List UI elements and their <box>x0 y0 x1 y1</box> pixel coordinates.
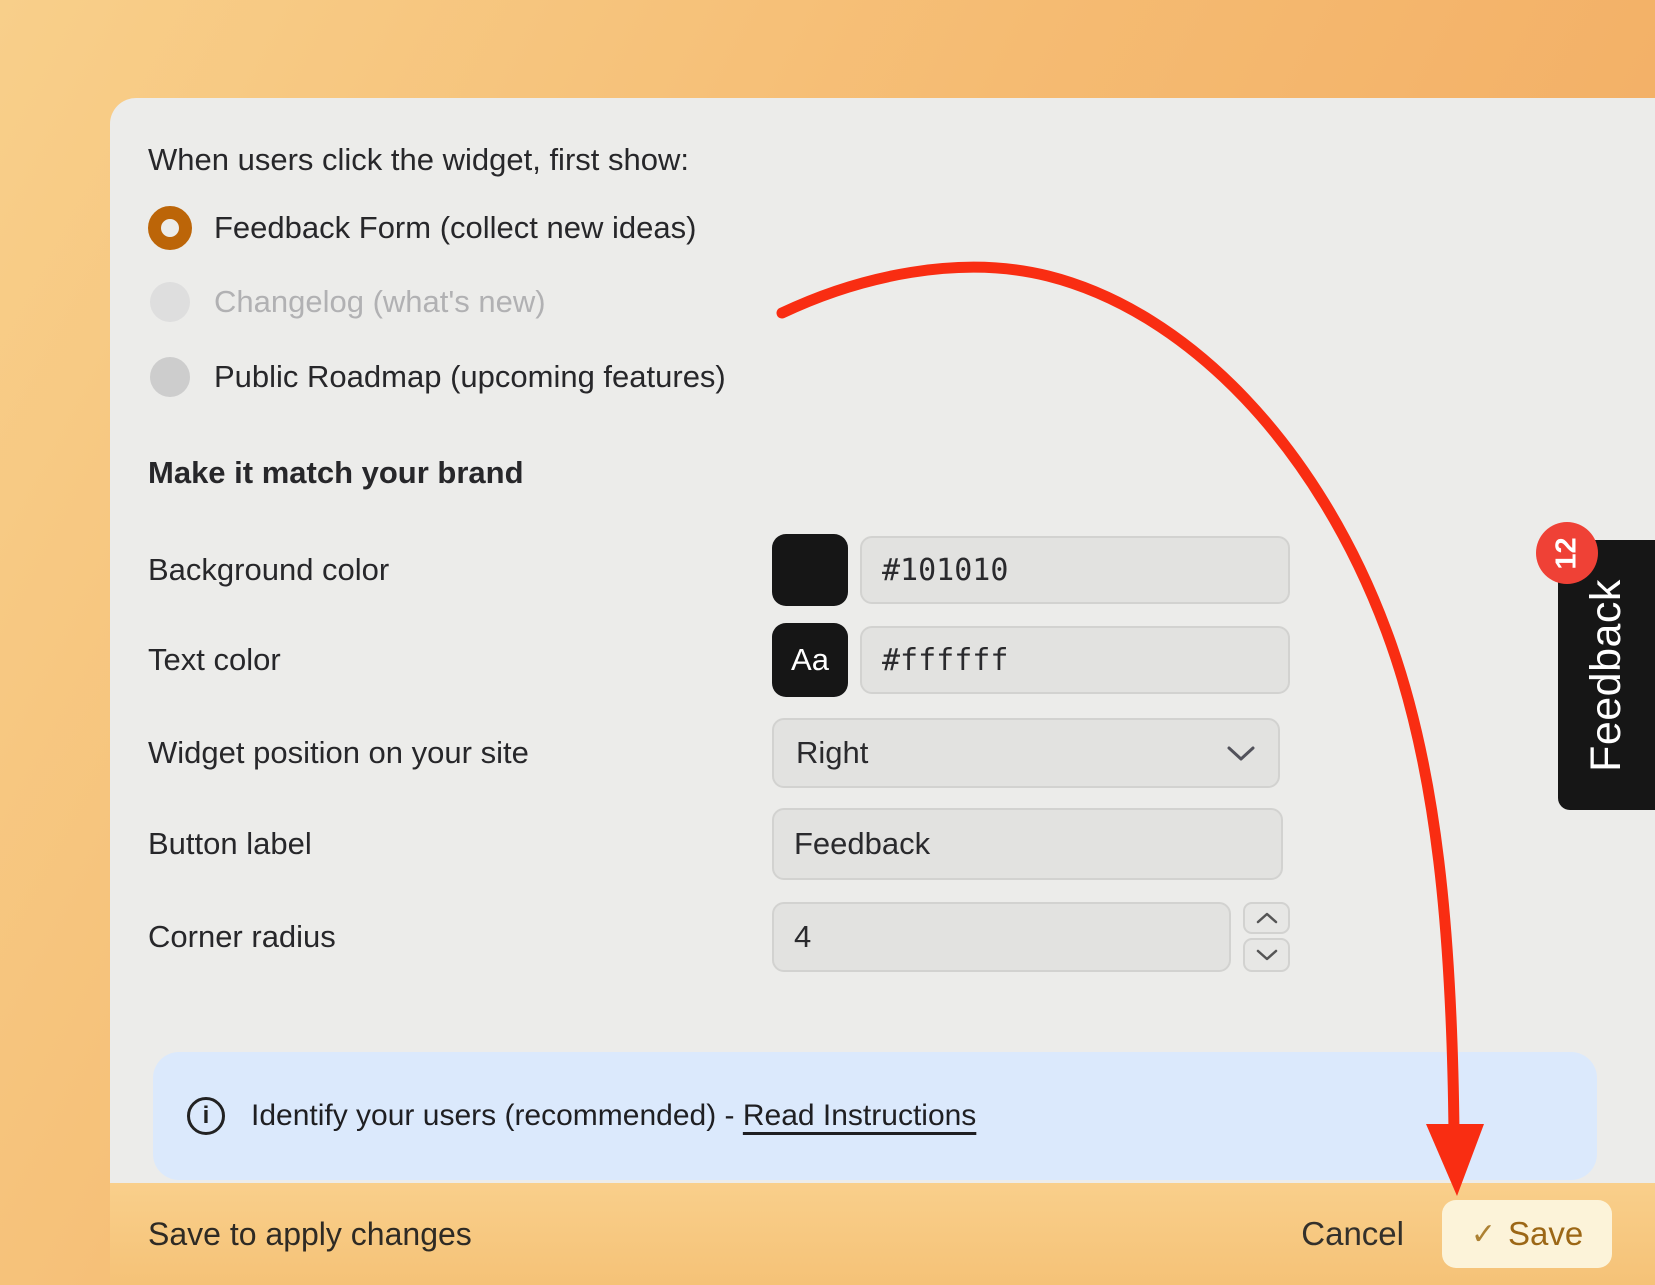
footer-status-text: Save to apply changes <box>148 1216 472 1253</box>
radio-changelog-label[interactable]: Changelog (what's new) <box>214 281 546 323</box>
widget-position-value: Right <box>796 735 868 771</box>
chevron-up-icon <box>1256 912 1278 924</box>
chevron-down-icon <box>1226 744 1256 762</box>
text-color-swatch-glyph: Aa <box>791 642 829 678</box>
corner-radius-input[interactable] <box>772 902 1231 972</box>
button-label-input[interactable] <box>772 808 1283 880</box>
save-button-label: Save <box>1508 1215 1583 1253</box>
chevron-down-icon <box>1256 949 1278 961</box>
radio-public-roadmap[interactable] <box>150 357 190 397</box>
text-color-label: Text color <box>148 639 281 681</box>
check-icon: ✓ <box>1471 1217 1496 1252</box>
background-color-label: Background color <box>148 549 389 591</box>
radio-feedback-form[interactable] <box>148 206 192 250</box>
corner-radius-decrement-button[interactable] <box>1243 938 1290 972</box>
button-label-label: Button label <box>148 823 312 865</box>
radio-public-roadmap-label[interactable]: Public Roadmap (upcoming features) <box>214 356 726 398</box>
brand-section-heading: Make it match your brand <box>148 452 524 494</box>
read-instructions-link[interactable]: Read Instructions <box>743 1099 976 1132</box>
text-color-input[interactable] <box>860 626 1290 694</box>
notification-badge: 12 <box>1536 522 1598 584</box>
identify-users-banner: i Identify your users (recommended) - Re… <box>153 1052 1597 1180</box>
screen: When users click the widget, first show:… <box>0 0 1655 1285</box>
corner-radius-increment-button[interactable] <box>1243 902 1290 934</box>
widget-position-label: Widget position on your site <box>148 732 529 774</box>
corner-radius-label: Corner radius <box>148 916 336 958</box>
feedback-widget-tab-label: Feedback <box>1582 579 1631 772</box>
save-button[interactable]: ✓ Save <box>1442 1200 1612 1268</box>
notification-badge-count: 12 <box>1550 537 1583 569</box>
text-color-swatch[interactable]: Aa <box>772 623 848 697</box>
radio-feedback-form-label[interactable]: Feedback Form (collect new ideas) <box>214 207 696 249</box>
banner-text: Identify your users (recommended) - Read… <box>251 1099 976 1133</box>
footer-bar: Save to apply changes Cancel ✓ Save <box>110 1183 1655 1285</box>
background-color-input[interactable] <box>860 536 1290 604</box>
info-circle-icon: i <box>187 1097 225 1135</box>
radio-changelog[interactable] <box>150 282 190 322</box>
widget-position-select[interactable]: Right <box>772 718 1280 788</box>
background-color-swatch[interactable] <box>772 534 848 606</box>
first-show-question: When users click the widget, first show: <box>148 139 689 181</box>
cancel-button[interactable]: Cancel <box>1295 1214 1410 1254</box>
